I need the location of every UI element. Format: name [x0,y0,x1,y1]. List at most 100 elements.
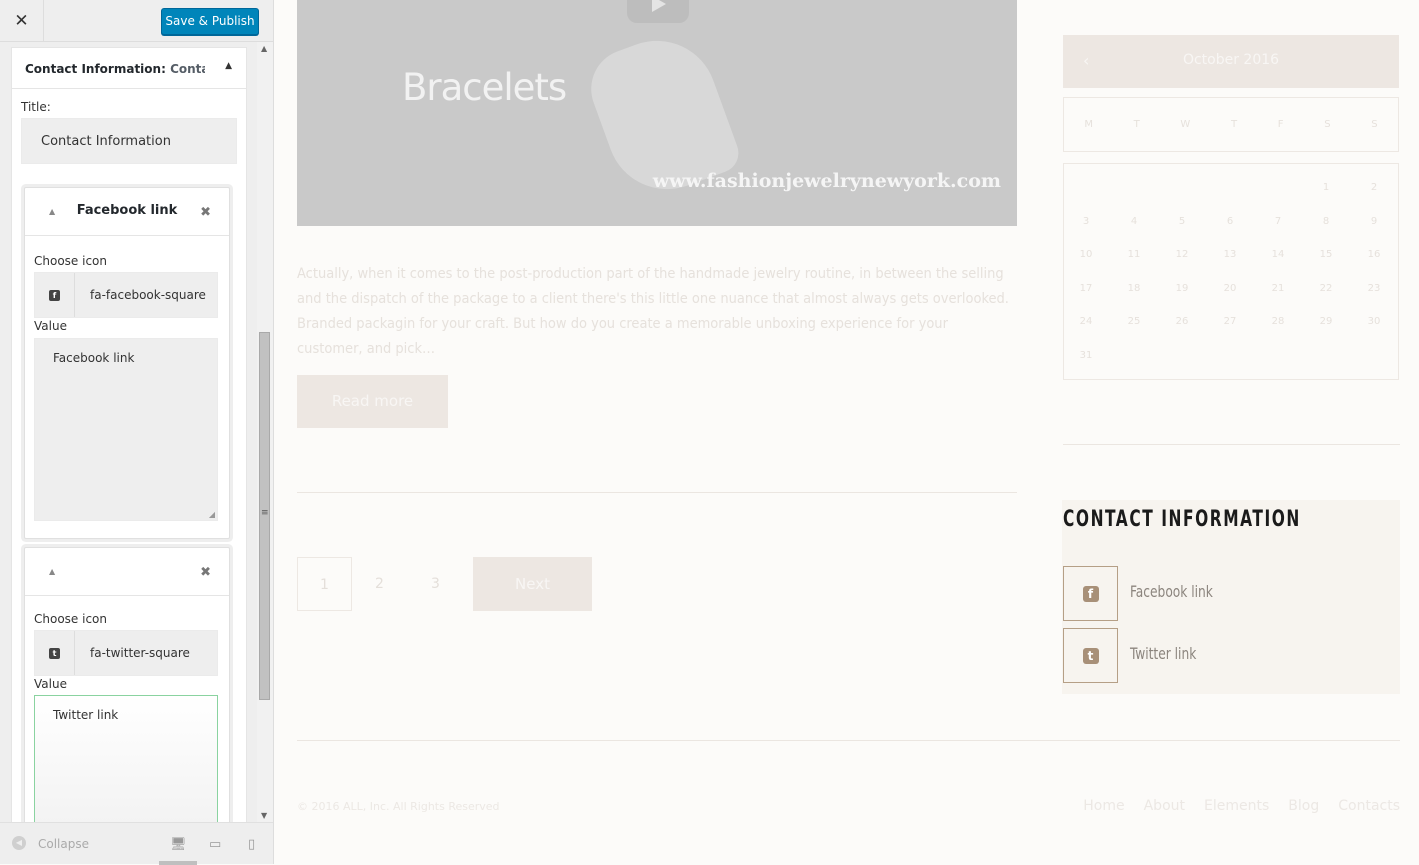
contact-information-preview: CONTACT INFORMATION f Facebook link t Tw… [1062,500,1400,694]
desktop-preview-icon[interactable]: 🖥 [170,837,187,852]
collapse-button[interactable]: Collapse [38,837,89,851]
calendar-day[interactable]: 20 [1210,283,1250,294]
calendar-day[interactable]: 15 [1306,249,1346,260]
calendar-day[interactable]: 1 [1306,182,1346,193]
calendar-day[interactable]: 29 [1306,316,1346,327]
page-link-2[interactable]: 2 [352,557,407,611]
read-more-button[interactable]: Read more [297,375,448,428]
page-link-1[interactable]: 1 [297,557,352,611]
site-preview: Bracelets www.fashionjewelrynewyork.com … [274,0,1419,864]
contact-link-label: Twitter link [1130,644,1197,663]
repeater-item-header[interactable]: ▲ ✖ [25,548,229,596]
calendar-day[interactable]: 31 [1066,350,1106,361]
calendar-day[interactable]: 27 [1210,316,1250,327]
contact-icon-box: t [1063,628,1118,683]
calendar-day[interactable]: 11 [1114,249,1154,260]
scroll-down-icon[interactable]: ▼ [261,811,267,820]
video-thumbnail[interactable]: Bracelets www.fashionjewelrynewyork.com [297,0,1017,226]
repeater-item-header[interactable]: ▲ Facebook link ✖ [25,188,229,236]
icon-picker[interactable]: t fa-twitter-square [34,630,218,676]
facebook-square-icon: f [1082,585,1099,602]
calendar-day[interactable]: 5 [1162,216,1202,227]
calendar-day[interactable]: 24 [1066,316,1106,327]
widget-header[interactable]: Contact Information: Contact… ▲ [12,48,246,89]
value-textarea[interactable]: Facebook link ◢ [34,338,218,521]
weekday: T [1230,119,1238,130]
customizer-footer: ◀ Collapse 🖥 ▭ ▯ [0,822,273,865]
icon-picker[interactable]: f fa-facebook-square [34,272,218,318]
weekday: S [1371,119,1378,130]
calendar-day[interactable]: 30 [1354,316,1394,327]
weekday: M [1084,119,1093,130]
calendar-day[interactable]: 2 [1354,182,1394,193]
mobile-preview-icon[interactable]: ▯ [248,837,255,852]
collapse-icon[interactable]: ◀ [12,836,26,850]
widget-title-extra: Contact… [170,62,205,76]
remove-icon[interactable]: ✖ [200,205,211,220]
calendar-month: October 2016 [1182,52,1280,68]
calendar-day[interactable]: 19 [1162,283,1202,294]
twitter-square-icon: t [49,647,60,659]
calendar-day[interactable]: 22 [1306,283,1346,294]
caret-up-icon[interactable]: ▲ [49,567,55,576]
remove-icon[interactable]: ✖ [200,565,211,580]
contact-link-facebook[interactable]: f Facebook link [1062,566,1400,622]
copyright-text: © 2016 ALL, Inc. All Rights Reserved [297,800,500,813]
calendar-day[interactable]: 13 [1210,249,1250,260]
calendar-day[interactable]: 18 [1114,283,1154,294]
footer-nav-contacts[interactable]: Contacts [1338,798,1400,814]
value-label: Value [34,319,67,333]
calendar-day[interactable]: 4 [1114,216,1154,227]
widget-title: Contact Information: Contact… [25,62,205,76]
calendar-weekdays: M T W T F S S [1063,97,1399,152]
calendar-day[interactable]: 23 [1354,283,1394,294]
calendar-day[interactable]: 26 [1162,316,1202,327]
contact-link-label: Facebook link [1130,582,1213,601]
calendar-day[interactable]: 8 [1306,216,1346,227]
value-text: Twitter link [53,708,119,722]
calendar-day[interactable]: 17 [1066,283,1106,294]
repeater-item-twitter: ▲ ✖ Choose icon t fa-twitter-square Valu… [24,547,230,847]
calendar-day[interactable]: 14 [1258,249,1298,260]
scrollbar-thumb[interactable]: ≡ [259,332,270,700]
play-button[interactable] [627,0,689,23]
choose-icon-label: Choose icon [34,612,107,626]
calendar-day[interactable]: 7 [1258,216,1298,227]
calendar-day[interactable]: 12 [1162,249,1202,260]
contact-icon-box: f [1063,566,1118,621]
next-page-button[interactable]: Next [473,557,592,611]
value-label: Value [34,677,67,691]
calendar-day[interactable]: 25 [1114,316,1154,327]
title-label: Title: [21,100,51,114]
calendar-day[interactable]: 21 [1258,283,1298,294]
footer-nav-blog[interactable]: Blog [1288,798,1319,814]
page-link-3[interactable]: 3 [408,557,463,611]
footer-nav-home[interactable]: Home [1083,798,1124,814]
sidebar-scrollbar[interactable]: ▲ ≡ ▼ [257,42,273,822]
value-textarea[interactable]: Twitter link [34,695,218,835]
save-publish-button[interactable]: Save & Publish [161,8,259,35]
post-excerpt: Actually, when it comes to the post-prod… [297,266,1009,357]
weekday: T [1133,119,1140,130]
calendar-day[interactable]: 9 [1354,216,1394,227]
divider [297,740,1400,741]
footer-nav-about[interactable]: About [1144,798,1185,814]
caret-up-icon[interactable]: ▲ [225,61,232,71]
calendar-day[interactable]: 3 [1066,216,1106,227]
contact-link-twitter[interactable]: t Twitter link [1062,628,1400,684]
resize-grip-icon[interactable]: ◢ [209,510,215,519]
icon-name: fa-facebook-square [90,288,206,302]
close-icon[interactable]: ✕ [0,0,44,42]
calendar-day[interactable]: 28 [1258,316,1298,327]
calendar-header: ‹ October 2016 [1063,35,1399,88]
customizer-sidebar: ✕ Save & Publish Contact Information: Co… [0,0,274,865]
calendar-grid: 1 2 3 4 5 6 7 8 9 10 11 12 13 14 15 16 17 18 19 20 21 22 23 24 2… [1063,163,1399,380]
play-icon [652,0,666,12]
scroll-up-icon[interactable]: ▲ [261,44,267,53]
tablet-preview-icon[interactable]: ▭ [209,837,221,852]
calendar-day[interactable]: 6 [1210,216,1250,227]
calendar-day[interactable]: 16 [1354,249,1394,260]
calendar-day[interactable]: 10 [1066,249,1106,260]
title-input[interactable]: Contact Information [21,118,237,164]
footer-nav-elements[interactable]: Elements [1204,798,1269,814]
